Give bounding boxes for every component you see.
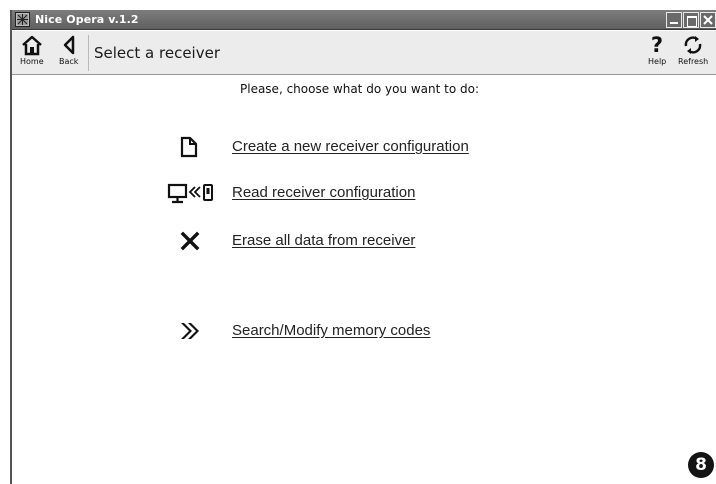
back-button[interactable]: Back <box>59 34 78 66</box>
window-controls <box>666 12 716 28</box>
window-title: Nice Opera v.1.2 <box>35 13 139 26</box>
refresh-button[interactable]: Refresh <box>678 34 708 66</box>
double-arrow-icon <box>181 323 199 339</box>
refresh-icon <box>684 36 702 54</box>
new-document-icon <box>180 136 198 158</box>
title-bar[interactable]: Nice Opera v.1.2 <box>12 10 716 30</box>
page-title: Select a receiver <box>94 44 220 62</box>
back-arrow-icon <box>63 35 74 55</box>
app-logo-icon <box>15 12 30 27</box>
create-receiver-config-link[interactable]: Create a new receiver configuration <box>232 138 469 155</box>
step-number-badge: 8 <box>688 452 714 478</box>
toolbar-separator <box>88 35 89 71</box>
search-modify-codes-link[interactable]: Search/Modify memory codes <box>232 322 430 339</box>
question-mark-icon: ? <box>651 34 663 56</box>
minimize-button[interactable] <box>666 12 682 28</box>
home-button[interactable]: Home <box>20 34 44 66</box>
home-label: Home <box>20 57 44 66</box>
erase-x-icon <box>180 231 200 251</box>
help-button[interactable]: ? Help <box>648 34 666 66</box>
app-window: Nice Opera v.1.2 Home Back Select a rece… <box>10 10 716 484</box>
instruction-text: Please, choose what do you want to do: <box>240 82 479 96</box>
close-button[interactable] <box>700 12 716 28</box>
toolbar: Home Back Select a receiver ? Help Refre… <box>12 31 716 75</box>
read-from-receiver-icon <box>167 183 213 204</box>
svg-text:?: ? <box>651 34 663 56</box>
erase-receiver-data-link[interactable]: Erase all data from receiver <box>232 232 415 249</box>
maximize-button[interactable] <box>683 12 699 28</box>
main-content: Please, choose what do you want to do: C… <box>12 76 716 484</box>
close-icon <box>703 15 713 25</box>
back-label: Back <box>59 57 79 66</box>
read-receiver-config-link[interactable]: Read receiver configuration <box>232 184 415 201</box>
refresh-label: Refresh <box>678 57 709 66</box>
home-icon <box>21 35 42 56</box>
help-label: Help <box>648 57 667 66</box>
